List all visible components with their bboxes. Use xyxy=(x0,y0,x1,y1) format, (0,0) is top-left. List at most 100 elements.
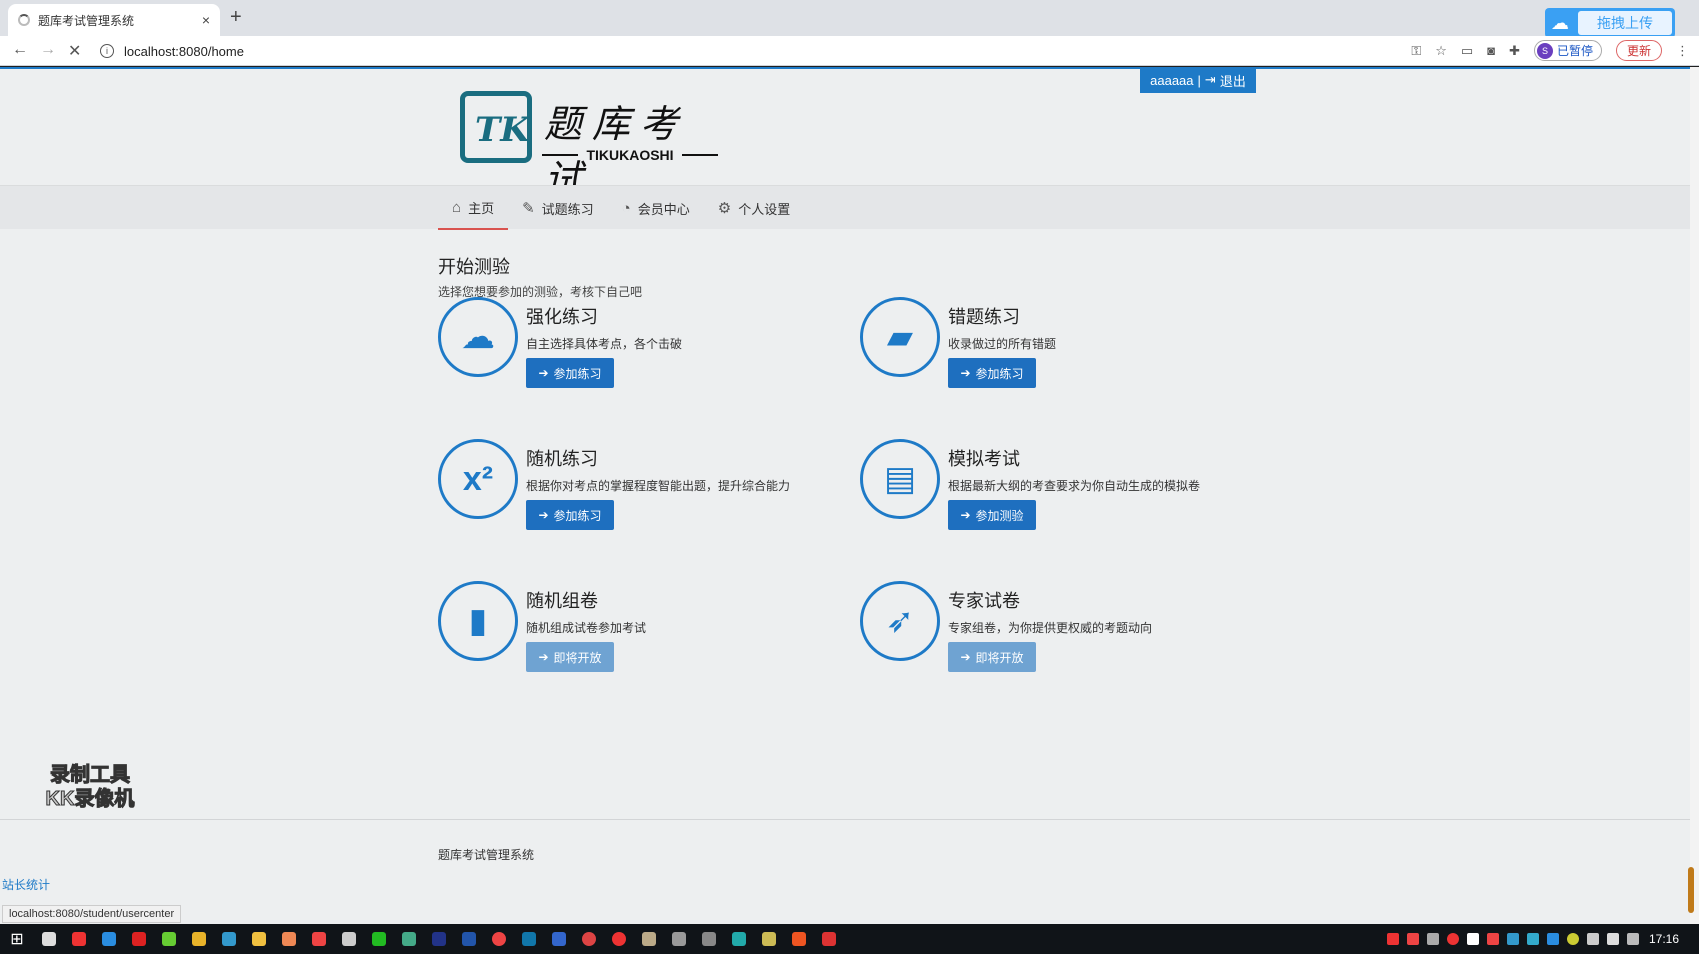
nav-home[interactable]: ⌂ 主页 xyxy=(438,186,509,230)
taskbar-app-icon[interactable] xyxy=(214,924,244,954)
join-exam-button[interactable]: ➔ 参加测验 xyxy=(948,500,1036,530)
extensions-icon[interactable]: ✚ xyxy=(1509,43,1520,59)
status-url-tooltip: localhost:8080/student/usercenter xyxy=(2,905,182,923)
book-icon: ▮ xyxy=(438,581,518,661)
taskbar-app-icon[interactable] xyxy=(514,924,544,954)
taskbar-app-icon[interactable] xyxy=(244,924,274,954)
stop-icon[interactable]: ✕ xyxy=(68,41,81,61)
card-description: 专家组卷，为你提供更权威的考题动向 xyxy=(948,621,1153,635)
taskbar-app-icon[interactable] xyxy=(274,924,304,954)
taskbar-app-icon[interactable] xyxy=(184,924,214,954)
back-icon[interactable]: ← xyxy=(12,41,28,59)
card-title: 错题练习 xyxy=(948,307,1020,327)
cast-icon[interactable]: ▭ xyxy=(1461,43,1473,59)
arrow-right-icon: ➔ xyxy=(538,508,549,522)
battery-icon[interactable] xyxy=(1607,933,1619,945)
taskbar-app-icon[interactable] xyxy=(754,924,784,954)
tray-icon[interactable] xyxy=(1387,933,1399,945)
card-description: 根据你对考点的掌握程度智能出题，提升综合能力 xyxy=(526,479,791,493)
taskbar-app-icon[interactable] xyxy=(424,924,454,954)
nav-settings[interactable]: ⚙ 个人设置 xyxy=(704,186,804,230)
tray-icon[interactable] xyxy=(1407,933,1419,945)
footer-divider xyxy=(0,819,1690,820)
logout-link[interactable]: 退出 xyxy=(1220,71,1246,90)
address-bar[interactable]: i localhost:8080/home xyxy=(100,40,1390,62)
tray-icon[interactable] xyxy=(1567,933,1579,945)
nav-member-center[interactable]: ◔ 会员中心 xyxy=(608,186,704,230)
arrow-right-icon: ➔ xyxy=(960,650,971,664)
scrollbar-track[interactable] xyxy=(1690,67,1699,924)
tray-icon[interactable] xyxy=(1507,933,1519,945)
upload-widget[interactable]: ☁ 拖拽上传 xyxy=(1545,8,1675,38)
os-taskbar: ⊞ 17:16 xyxy=(0,924,1699,954)
taskbar-app-icon[interactable] xyxy=(124,924,154,954)
coming-soon-button[interactable]: ➔ 即将开放 xyxy=(526,642,614,672)
stats-link[interactable]: 站长统计 xyxy=(2,876,50,893)
taskbar-app-icon[interactable] xyxy=(544,924,574,954)
info-icon[interactable]: i xyxy=(100,44,114,58)
taskbar-app-icon[interactable] xyxy=(664,924,694,954)
site-logo[interactable]: TK 题库考试 TIKUKAOSHI xyxy=(460,91,720,201)
join-practice-button[interactable]: ➔ 参加练习 xyxy=(948,358,1036,388)
nav-practice[interactable]: ✎ 试题练习 xyxy=(508,186,608,230)
browser-tab[interactable]: 题库考试管理系统 × xyxy=(8,4,220,36)
taskbar-app-icon[interactable] xyxy=(364,924,394,954)
taskbar-app-icon[interactable] xyxy=(574,924,604,954)
url-text: localhost:8080/home xyxy=(124,43,244,59)
windows-start-icon[interactable]: ⊞ xyxy=(0,929,34,949)
page-title: 开始测验 xyxy=(438,257,510,277)
profile-button[interactable]: S 已暂停 xyxy=(1533,40,1602,61)
main-nav: ⌂ 主页 ✎ 试题练习 ◔ 会员中心 ⚙ 个人设置 xyxy=(0,185,1690,230)
logo-subtitle: TIKUKAOSHI xyxy=(542,147,718,163)
join-practice-button[interactable]: ➔ 参加练习 xyxy=(526,358,614,388)
upload-label: 拖拽上传 xyxy=(1578,11,1672,35)
card-title: 随机组卷 xyxy=(526,591,598,611)
taskbar-app-icon[interactable] xyxy=(394,924,424,954)
taskbar-clock[interactable]: 17:16 xyxy=(1649,924,1679,954)
volume-icon[interactable] xyxy=(1587,933,1599,945)
tray-icon[interactable] xyxy=(1427,933,1439,945)
tray-icon[interactable] xyxy=(1487,933,1499,945)
taskbar-app-icon[interactable] xyxy=(64,924,94,954)
card-description: 收录做过的所有错题 xyxy=(948,337,1057,351)
tray-icon[interactable] xyxy=(1547,933,1559,945)
taskbar-app-icon[interactable] xyxy=(604,924,634,954)
taskbar-app-icon[interactable] xyxy=(694,924,724,954)
forward-icon[interactable]: → xyxy=(40,41,56,59)
coming-soon-button[interactable]: ➔ 即将开放 xyxy=(948,642,1036,672)
taskbar-app-icon[interactable] xyxy=(454,924,484,954)
nav-label: 主页 xyxy=(468,200,495,216)
taskbar-app-icon[interactable] xyxy=(334,924,364,954)
join-practice-button[interactable]: ➔ 参加练习 xyxy=(526,500,614,530)
taskbar-app-icon[interactable] xyxy=(724,924,754,954)
document-icon: ▤ xyxy=(860,439,940,519)
taskbar-app-icon[interactable] xyxy=(484,924,514,954)
arrow-right-icon: ➔ xyxy=(538,650,549,664)
card-description: 根据最新大纲的考查要求为你自动生成的模拟卷 xyxy=(948,479,1201,493)
taskbar-app-icon[interactable] xyxy=(94,924,124,954)
footer-text: 题库考试管理系统 xyxy=(438,848,535,862)
taskbar-app-icon[interactable] xyxy=(304,924,334,954)
scrollbar-thumb[interactable] xyxy=(1688,867,1694,913)
quiz-card-mock-exam: ▤ 模拟考试 根据最新大纲的考查要求为你自动生成的模拟卷 ➔ 参加测验 xyxy=(860,439,1260,530)
quiz-card-random: x² 随机练习 根据你对考点的掌握程度智能出题，提升综合能力 ➔ 参加练习 xyxy=(438,439,838,530)
key-icon[interactable]: ⚿ xyxy=(1411,43,1421,59)
tab-close-button[interactable]: × xyxy=(202,12,210,28)
menu-icon[interactable]: ⋮ xyxy=(1676,43,1689,59)
network-icon[interactable] xyxy=(1627,933,1639,945)
username-link[interactable]: aaaaaa xyxy=(1150,73,1193,88)
camera-icon[interactable]: ◙ xyxy=(1487,43,1495,58)
home-icon: ⌂ xyxy=(452,198,462,216)
tray-icon[interactable] xyxy=(1447,933,1459,945)
taskbar-app-icon[interactable] xyxy=(34,924,64,954)
tray-icon[interactable] xyxy=(1467,933,1479,945)
nav-label: 试题练习 xyxy=(541,201,594,217)
new-tab-button[interactable]: + xyxy=(230,6,242,29)
update-button[interactable]: 更新 xyxy=(1615,40,1662,61)
taskbar-app-icon[interactable] xyxy=(784,924,814,954)
tray-icon[interactable] xyxy=(1527,933,1539,945)
star-icon[interactable]: ☆ xyxy=(1435,43,1447,59)
taskbar-app-icon[interactable] xyxy=(814,924,844,954)
taskbar-app-icon[interactable] xyxy=(634,924,664,954)
taskbar-app-icon[interactable] xyxy=(154,924,184,954)
